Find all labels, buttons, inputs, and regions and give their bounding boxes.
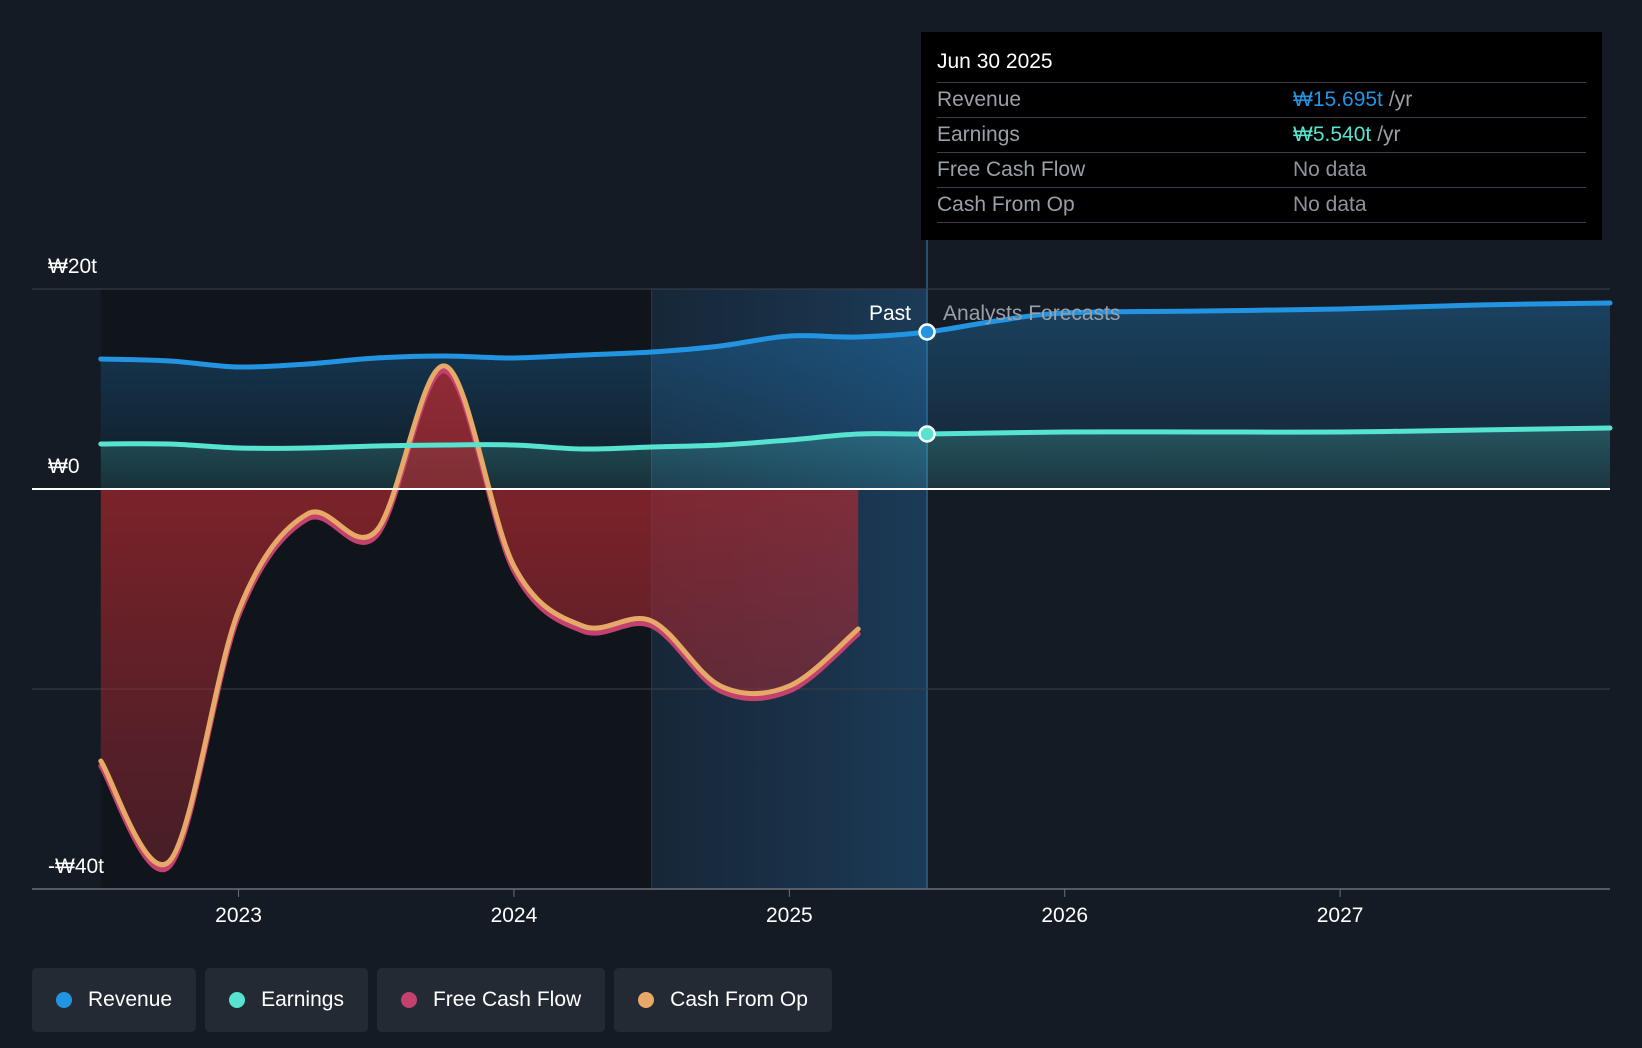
tooltip-value: No data	[1293, 158, 1367, 181]
legend-label: Revenue	[88, 988, 173, 1011]
tooltip-label: Earnings	[937, 123, 1020, 146]
x-tick-label: 2027	[1317, 904, 1364, 927]
tooltip-row-free-cash-flow: Free Cash Flow No data	[937, 153, 1586, 188]
tooltip-unit: /yr	[1388, 88, 1413, 111]
revenue-dot-icon	[56, 992, 72, 1008]
legend-label: Cash From Op	[670, 988, 808, 1011]
legend-item-earnings[interactable]: Earnings	[205, 968, 368, 1032]
tooltip-row-earnings: Earnings ₩5.540t /yr	[937, 118, 1586, 153]
legend-item-cash-from-op[interactable]: Cash From Op	[614, 968, 832, 1032]
legend-label: Free Cash Flow	[432, 988, 582, 1011]
earnings-marker	[918, 425, 936, 443]
forecast-label: Analysts Forecasts	[943, 302, 1120, 325]
legend-item-free-cash-flow[interactable]: Free Cash Flow	[376, 968, 606, 1032]
tooltip-label: Free Cash Flow	[937, 158, 1086, 181]
tooltip-date: Jun 30 2025	[937, 46, 1586, 83]
tooltip-label: Cash From Op	[937, 193, 1075, 216]
x-tick-label: 2026	[1041, 904, 1088, 927]
tooltip-value: ₩15.695t	[1293, 88, 1383, 111]
free-cash-flow-dot-icon	[400, 992, 417, 1008]
tooltip-value: ₩5.540t	[1293, 123, 1372, 146]
tooltip-value: No data	[1293, 193, 1367, 216]
tooltip-label: Revenue	[937, 88, 1022, 111]
earnings-dot-icon	[229, 992, 246, 1008]
revenue-marker	[918, 323, 936, 341]
y-tick-label: -₩40t	[48, 855, 104, 878]
cash-from-op-dot-icon	[638, 992, 655, 1008]
legend-label: Earnings	[261, 988, 344, 1011]
tooltip-unit: /yr	[1377, 123, 1401, 146]
y-tick-label: ₩20t	[48, 255, 97, 278]
past-label: Past	[869, 302, 911, 325]
tooltip-row-cash-from-op: Cash From Op No data	[937, 188, 1586, 223]
legend: Revenue Earnings Free Cash Flow Cash Fro…	[32, 968, 832, 1032]
x-tick-label: 2023	[215, 904, 262, 927]
x-tick-label: 2024	[491, 904, 538, 927]
tooltip-panel: Jun 30 2025 Revenue ₩15.695t /yr Earning…	[921, 32, 1602, 240]
tooltip-row-revenue: Revenue ₩15.695t /yr	[937, 83, 1586, 118]
y-tick-label: ₩0	[48, 455, 80, 478]
legend-item-revenue[interactable]: Revenue	[32, 968, 197, 1032]
x-tick-label: 2025	[766, 904, 813, 927]
